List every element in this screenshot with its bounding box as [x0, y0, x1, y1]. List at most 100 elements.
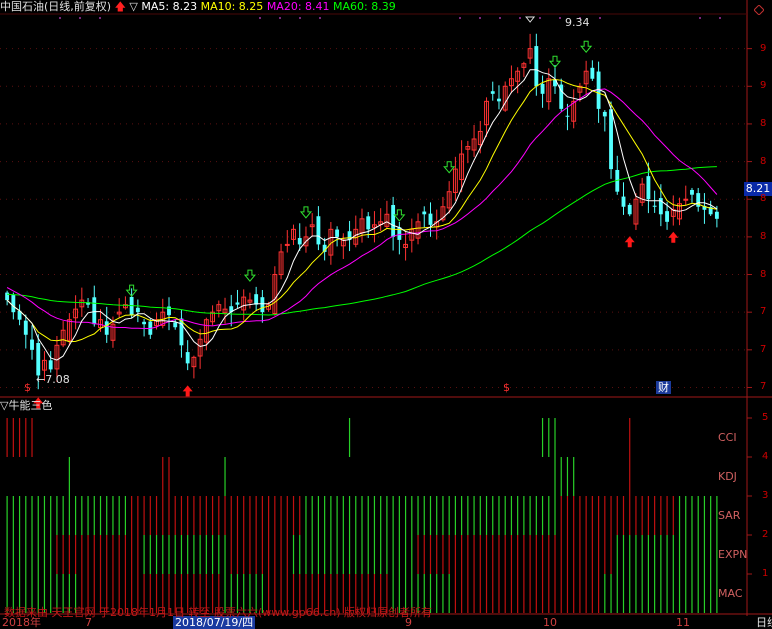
period-label[interactable]: 日线 — [756, 616, 772, 629]
top-signal-dot — [99, 17, 101, 19]
candle-body-down — [714, 211, 719, 219]
candle-body-down — [316, 216, 321, 245]
candle-body-down — [297, 238, 302, 245]
sell-arrow-icon — [393, 209, 406, 222]
candle-body-down — [48, 360, 53, 370]
price-y-tick: 7 — [760, 343, 767, 355]
candle-body-down — [235, 302, 240, 305]
top-signal-dot — [699, 17, 701, 19]
indicator-y-tick: 5 — [762, 412, 769, 423]
row-label-mac: MAC — [718, 587, 743, 600]
candle-body-down — [11, 295, 16, 313]
candle-body-down — [565, 115, 570, 117]
candle-body-up — [683, 198, 689, 201]
watermark-text: 数据来由 天王官网 于2018年1月1日 转至 股票六六(www.gp66.cn… — [4, 606, 433, 619]
candle-body-down — [627, 204, 632, 215]
event-marker-dividend[interactable]: $ — [503, 381, 510, 394]
row-label-sar: SAR — [718, 509, 741, 522]
price-y-tick: 9 — [760, 42, 767, 54]
low-price-annotation: ←7.08 — [36, 373, 70, 386]
indicator-y-tick: 1 — [762, 568, 769, 579]
top-signal-dot — [279, 17, 281, 19]
top-signal-dot — [499, 17, 501, 19]
price-y-tick: 8 — [760, 193, 767, 205]
top-signal-dot — [259, 17, 261, 19]
ma60-label: MA60: 8.39 — [333, 0, 396, 13]
candle-body-down — [391, 205, 396, 237]
candle-body-down — [621, 196, 626, 207]
top-signal-dot — [79, 17, 81, 19]
candle-body-down — [665, 211, 670, 222]
candle-body-down — [335, 229, 340, 237]
top-signal-dot — [59, 17, 61, 19]
top-signal-dot — [519, 17, 521, 19]
candle-body-down — [602, 111, 607, 117]
top-signal-dot — [539, 17, 541, 19]
candle-body-down — [5, 292, 10, 301]
candle-body-down — [490, 91, 495, 94]
current-price-badge: 8.21 — [744, 182, 772, 196]
indicator-title-row: ▽牛能三色 — [0, 399, 52, 412]
sell-arrow-icon — [299, 206, 313, 219]
row-label-cci: CCI — [718, 431, 737, 444]
stock-title[interactable]: 中国石油(日线,前复权) — [0, 0, 111, 13]
ma10-label: MA10: 8.25 — [200, 0, 264, 13]
buy-arrow-icon — [624, 236, 635, 248]
up-arrow-icon: 🡅 — [114, 0, 126, 13]
candle-body-down — [92, 297, 97, 325]
ma20-label: MA20: 8.41 — [266, 0, 330, 13]
row-label-kdj: KDJ — [718, 470, 737, 483]
candle-body-down — [609, 109, 613, 170]
buy-arrow-icon — [668, 231, 679, 243]
candle-body-down — [36, 343, 41, 376]
price-y-tick: 7 — [760, 306, 767, 318]
diamond-icon[interactable] — [753, 0, 765, 16]
top-signal-dot — [559, 17, 561, 19]
high-marker-icon — [525, 16, 536, 23]
chart-canvas[interactable] — [0, 0, 772, 629]
indicator-title[interactable]: 牛能三色 — [8, 399, 52, 412]
candle-body-down — [646, 176, 651, 200]
triangle-down-icon[interactable]: ▽ — [129, 0, 137, 13]
top-signal-dot — [299, 17, 301, 19]
price-y-tick: 8 — [760, 268, 767, 280]
top-signal-dot — [719, 17, 721, 19]
top-signal-dot — [459, 17, 461, 19]
candle-body-down — [23, 320, 28, 335]
indicator-y-tick: 2 — [762, 529, 769, 540]
candle-body-down — [366, 216, 371, 230]
candle-body-down — [173, 322, 178, 328]
price-y-tick: 8 — [760, 155, 767, 167]
event-marker-finance[interactable]: 财 — [656, 381, 671, 394]
price-y-tick: 8 — [760, 230, 767, 242]
stock-chart-window: 中国石油(日线,前复权) 🡅 ▽ MA5: 8.23 MA10: 8.25 MA… — [0, 0, 772, 629]
event-marker-dividend[interactable]: $ — [24, 381, 31, 394]
top-signal-dot — [599, 17, 601, 19]
candle-body-down — [540, 83, 545, 94]
price-y-tick: 7 — [760, 381, 767, 393]
candle-body-down — [690, 189, 694, 195]
x-label-month: 10 — [543, 616, 557, 629]
price-y-tick: 8 — [760, 117, 767, 129]
candle-body-down — [142, 321, 147, 325]
row-label-expn: EXPN — [718, 548, 748, 561]
candle-body-down — [254, 294, 259, 305]
indicator-y-tick: 4 — [762, 451, 769, 462]
candle-body-down — [652, 205, 657, 207]
high-price-annotation: 9.34 — [565, 16, 590, 29]
candle-body-down — [497, 98, 501, 102]
sell-arrow-icon — [243, 269, 256, 282]
candle-body-down — [534, 46, 539, 87]
candle-body-down — [422, 211, 427, 215]
price-y-tick: 9 — [760, 80, 767, 92]
candle-body-down — [135, 307, 140, 313]
buy-arrow-icon — [182, 385, 193, 397]
x-label-month: 11 — [676, 616, 690, 629]
candle-body-down — [590, 67, 595, 79]
candle-body-down — [30, 339, 34, 350]
top-signal-dot — [479, 17, 481, 19]
candle-body-down — [185, 352, 190, 364]
sell-arrow-icon — [443, 161, 456, 174]
candle-body-down — [104, 321, 109, 335]
top-signal-dot — [319, 17, 321, 19]
